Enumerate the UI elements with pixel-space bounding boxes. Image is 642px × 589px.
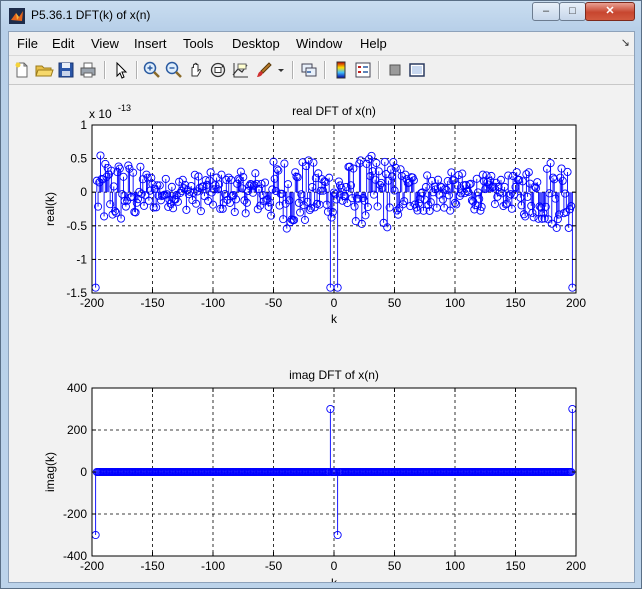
y-axis-label-imag: imag(k) [43,452,57,492]
plot-area[interactable]: -200 -150 -100 -50 0 50 100 150 200-1.5-1-0.500.… [9,85,634,589]
matlab-logo-icon [9,8,25,24]
menu-view[interactable]: View [91,36,119,51]
close-button[interactable]: ✕ [585,2,635,21]
toolbar-separator [136,61,138,79]
dock-arrow-icon[interactable]: ↘ [621,36,630,49]
save-icon[interactable] [56,60,76,80]
x-tick-label: -100 [201,559,225,573]
chart-title-real: real DFT of x(n) [292,104,376,118]
pointer-icon[interactable] [111,60,131,80]
maximize-button[interactable]: □ [559,2,586,21]
x-tick-label: 100 [445,296,465,310]
y-tick-label: -400 [63,549,87,563]
menu-window[interactable]: Window [296,36,342,51]
x-tick-label: 150 [505,296,525,310]
x-tick-label: 0 [331,296,338,310]
x-tick-label: 50 [388,559,402,573]
x-tick-label: -150 [140,559,164,573]
window-client-area: File Edit View Insert Tools Desktop Wind… [8,31,635,589]
menu-desktop[interactable]: Desktop [232,36,280,51]
x-tick-label: 50 [388,296,402,310]
subplot-imag: -200 -150 -100 -50 0 50 100 150 200-400-20002004… [43,368,586,589]
y-tick-label: 400 [67,381,87,395]
y-tick-label: 1 [80,118,87,132]
link-plot-icon[interactable] [299,60,319,80]
x-tick-label: -50 [265,296,283,310]
new-file-icon[interactable] [12,60,32,80]
x-axis-label-real: k [331,312,338,326]
x-tick-label: -100 [201,296,225,310]
brush-icon[interactable] [254,60,274,80]
menu-insert[interactable]: Insert [134,36,167,51]
subplot-real: -200 -150 -100 -50 0 50 100 150 200-1.5-1-0.500.… [43,103,586,326]
colorbar-icon[interactable] [331,60,351,80]
y-tick-label: -1 [76,252,87,266]
pan-hand-icon[interactable] [186,60,206,80]
y-tick-label: 200 [67,423,87,437]
y-tick-label: -1.5 [66,286,87,300]
show-plot-tools-icon[interactable] [407,60,427,80]
y-tick-label: 0.5 [70,152,87,166]
toolbar-separator [324,61,326,79]
data-cursor-icon[interactable] [230,60,250,80]
exponent-power: -13 [118,103,131,113]
y-tick-label: -200 [63,507,87,521]
x-tick-label: -150 [140,296,164,310]
legend-icon[interactable] [353,60,373,80]
print-icon[interactable] [78,60,98,80]
y-tick-label: -0.5 [66,219,87,233]
zoom-in-icon[interactable] [142,60,162,80]
hide-plot-tools-icon[interactable] [385,60,405,80]
toolbar-separator [292,61,294,79]
figure-toolbar [9,56,634,85]
y-tick-label: 0 [80,185,87,199]
x-tick-label: 0 [331,559,338,573]
minimize-button[interactable]: – [532,2,560,21]
menu-help[interactable]: Help [360,36,387,51]
x-tick-label: 200 [566,559,586,573]
zoom-out-icon[interactable] [164,60,184,80]
window-title: P5.36.1 DFT(k) of x(n) [31,8,151,22]
open-file-icon[interactable] [34,60,54,80]
chart-title-imag: imag DFT of x(n) [289,368,379,382]
x-axis-label-imag: k [331,576,338,582]
menu-file[interactable]: File [17,36,38,51]
rotate-3d-icon[interactable] [208,60,228,80]
brush-dropdown-icon[interactable] [276,60,286,80]
y-axis-label-real: real(k) [43,192,57,226]
toolbar-separator [378,61,380,79]
menu-tools[interactable]: Tools [183,36,213,51]
x-tick-label: -50 [265,559,283,573]
figure-canvas: -200 -150 -100 -50 0 50 100 150 200 -1.5 -1 -0.5 0 0.… [9,85,634,589]
x-tick-label: 100 [445,559,465,573]
y-tick-label: 0 [80,465,87,479]
figure-window: P5.36.1 DFT(k) of x(n) – □ ✕ File Edit V… [0,0,642,589]
x-tick-label: 200 [566,296,586,310]
menu-edit[interactable]: Edit [52,36,74,51]
title-bar[interactable]: P5.36.1 DFT(k) of x(n) – □ ✕ [1,1,641,31]
x-tick-label: 150 [505,559,525,573]
toolbar-separator [104,61,106,79]
menu-bar: File Edit View Insert Tools Desktop Wind… [9,32,634,56]
exponent-label: x 10 [89,107,112,121]
